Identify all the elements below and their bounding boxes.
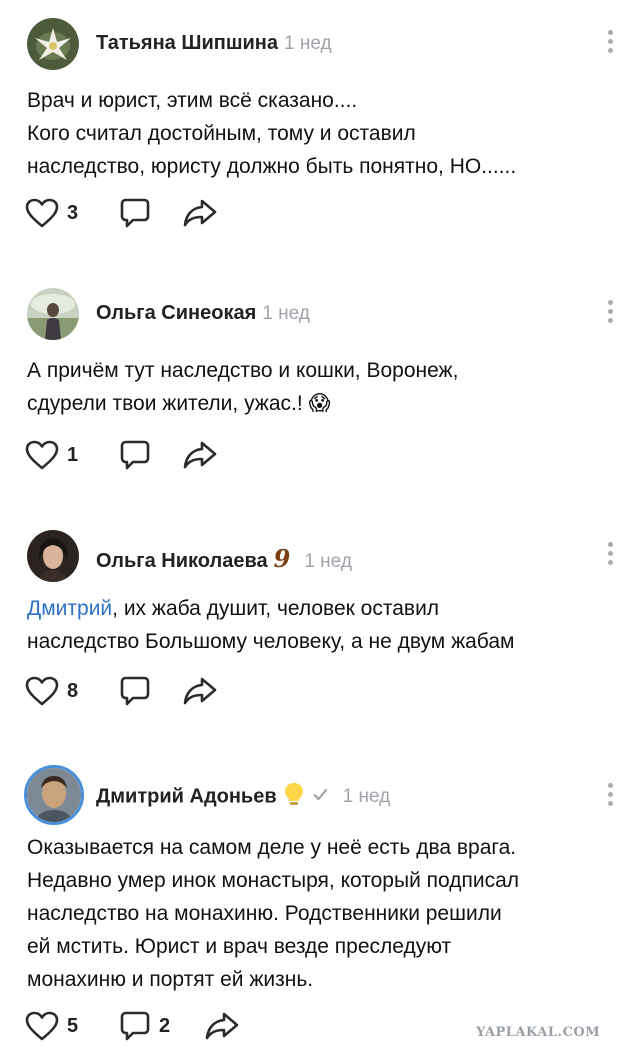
comment-actions: 3: [25, 196, 325, 230]
comment-line: наследство Большому человеку, а не двум …: [27, 630, 515, 653]
comment-line: Врач и юрист, этим всё сказано....: [27, 89, 358, 112]
reply-button[interactable]: [119, 196, 151, 230]
author-name[interactable]: Татьяна Шипшина 1 нед: [96, 32, 332, 55]
comment-text: А причём тут наследство и кошки, Воронеж…: [27, 354, 627, 420]
share-icon: [205, 1012, 239, 1040]
share-button[interactable]: [183, 674, 217, 708]
comment-actions: 8: [25, 674, 325, 708]
comment-line-text: сдурели твои жители, ужас.!: [27, 392, 303, 415]
avatar[interactable]: [27, 288, 79, 340]
share-icon: [183, 199, 217, 227]
comment-header: Дмитрий Адоньев 1 нед: [0, 765, 640, 825]
avatar[interactable]: [24, 765, 84, 825]
comment-line-text: , их жаба душит, человек оставил: [112, 597, 440, 620]
comment-text: Оказывается на самом деле у неё есть два…: [27, 831, 627, 996]
reply-button[interactable]: [119, 674, 151, 708]
avatar[interactable]: [27, 530, 79, 582]
comment-text: Врач и юрист, этим всё сказано.... Кого …: [27, 84, 627, 183]
author-name[interactable]: Дмитрий Адоньев 1 нед: [96, 781, 390, 813]
comment-line: монахиню и портят ей жизнь.: [27, 968, 314, 991]
comment-line: наследство, юристу должно быть понятно, …: [27, 155, 517, 178]
comment-icon: [120, 1011, 150, 1041]
author-label[interactable]: Ольга Николаева: [96, 550, 268, 572]
heart-icon: [25, 440, 59, 470]
share-button[interactable]: [205, 1009, 239, 1043]
comment-3: Ольга Николаева 9 1 нед Дмитрий, их жаба д…: [0, 530, 640, 730]
comment-line: А причём тут наследство и кошки, Воронеж…: [27, 359, 459, 382]
mention-link[interactable]: Дмитрий: [27, 597, 112, 620]
like-count: 1: [67, 443, 79, 466]
comment-line: Кого считал достойным, тому и оставил: [27, 122, 416, 145]
comment-actions: 1: [25, 438, 325, 472]
author-name[interactable]: Ольга Николаева 9 1 нед: [96, 544, 352, 573]
share-icon: [183, 441, 217, 469]
comment-time: 1 нед: [284, 33, 332, 54]
share-button[interactable]: [183, 196, 217, 230]
comment-line: Недавно умер инок монастыря, который под…: [27, 869, 520, 892]
reply-button[interactable]: [119, 438, 151, 472]
like-button[interactable]: 1: [25, 438, 78, 472]
comment-2: Ольга Синеокая 1 нед А причём тут наследс…: [0, 288, 640, 488]
comment-line: Оказывается на самом деле у неё есть два…: [27, 836, 517, 859]
lightbulb-icon: [283, 781, 305, 813]
like-count: 8: [67, 679, 79, 702]
like-count: 5: [67, 1014, 79, 1037]
comment-header: Ольга Синеокая 1 нед: [0, 288, 640, 344]
comment-text: Дмитрий, их жаба душит, человек оставил …: [27, 592, 627, 658]
like-button[interactable]: 3: [25, 196, 78, 230]
heart-icon: [25, 1011, 59, 1041]
author-label[interactable]: Ольга Синеокая: [96, 302, 256, 324]
like-button[interactable]: 8: [25, 674, 78, 708]
avatar[interactable]: [27, 18, 79, 70]
comment-header: Татьяна Шипшина 1 нед: [0, 18, 640, 74]
more-menu-icon[interactable]: [604, 783, 616, 813]
more-menu-icon[interactable]: [604, 300, 616, 330]
comment-line: наследство на монахиню. Родственники реш…: [27, 902, 502, 925]
comment-line: ей мстить. Юрист и врач везде преследуют: [27, 935, 452, 958]
comment-time: 1 нед: [262, 303, 310, 324]
comment-1: Татьяна Шипшина 1 нед Врач и юрист, этим …: [0, 18, 640, 248]
like-count: 3: [67, 201, 79, 224]
reply-button[interactable]: 2: [119, 1009, 170, 1043]
comment-line: Дмитрий, их жаба душит, человек оставил: [27, 592, 627, 625]
comment-icon: [120, 440, 150, 470]
comment-icon: [120, 198, 150, 228]
share-icon: [183, 677, 217, 705]
like-button[interactable]: 5: [25, 1009, 78, 1043]
checkmark-icon: [311, 785, 329, 809]
comment-line: сдурели твои жители, ужас.! 😱: [27, 387, 627, 420]
comment-icon: [120, 676, 150, 706]
comment-actions: 5 2: [25, 1009, 325, 1043]
reply-count: 2: [159, 1014, 171, 1037]
share-button[interactable]: [183, 438, 217, 472]
watermark: YAPLAKAL.COM: [476, 1025, 601, 1040]
more-menu-icon[interactable]: [604, 542, 616, 572]
comment-time: 1 нед: [342, 786, 391, 808]
heart-icon: [25, 198, 59, 228]
comment-header: Ольга Николаева 9 1 нед: [0, 530, 640, 586]
heart-icon: [25, 676, 59, 706]
author-label[interactable]: Дмитрий Адоньев: [96, 785, 277, 807]
comment-4: Дмитрий Адоньев 1 нед Оказывается на само…: [0, 765, 640, 1057]
author-name[interactable]: Ольга Синеокая 1 нед: [96, 302, 310, 325]
author-label[interactable]: Татьяна Шипшина: [96, 32, 278, 54]
more-menu-icon[interactable]: [604, 30, 616, 60]
comment-time: 1 нед: [304, 551, 352, 572]
scream-emoji: 😱: [308, 391, 331, 415]
nine-badge-icon: 9: [273, 544, 291, 573]
